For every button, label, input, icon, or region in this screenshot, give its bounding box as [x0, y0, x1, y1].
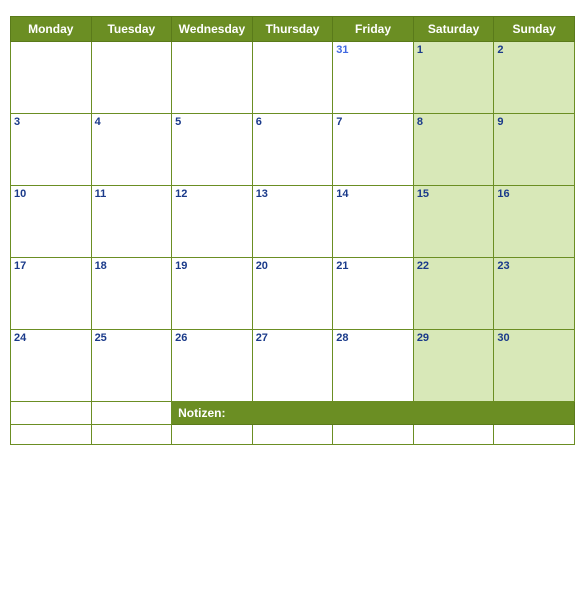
notes-row: Notizen: — [11, 402, 575, 425]
day-number: 10 — [14, 188, 88, 200]
day-cell: 25 — [91, 330, 172, 402]
day-number: 23 — [497, 260, 571, 272]
notes-extra-cell — [333, 425, 414, 445]
day-number: 28 — [336, 332, 410, 344]
day-number: 6 — [256, 116, 330, 128]
day-number: 30 — [497, 332, 571, 344]
day-number: 5 — [175, 116, 249, 128]
calendar-wrapper: MondayTuesdayWednesdayThursdayFridaySatu… — [10, 10, 575, 445]
week-row-3: 17 18 19 20 21 22 23 — [11, 258, 575, 330]
day-number: 27 — [256, 332, 330, 344]
day-number: 20 — [256, 260, 330, 272]
day-cell: 11 — [91, 186, 172, 258]
day-number: 3 — [14, 116, 88, 128]
day-cell: 16 — [494, 186, 575, 258]
day-cell: 27 — [252, 330, 333, 402]
day-cell: 21 — [333, 258, 414, 330]
day-number: 13 — [256, 188, 330, 200]
day-cell: 3 — [11, 114, 92, 186]
week-row-1: 3456789 — [11, 114, 575, 186]
day-cell: 9 — [494, 114, 575, 186]
notes-extra-cell — [252, 425, 333, 445]
notes-extra-cell — [91, 425, 172, 445]
day-cell: 18 — [91, 258, 172, 330]
day-number: 25 — [95, 332, 169, 344]
day-cell: 20 — [252, 258, 333, 330]
notes-empty-cell — [11, 402, 92, 425]
notes-extra-cell — [172, 425, 253, 445]
day-cell: 26 — [172, 330, 253, 402]
day-number: 11 — [95, 188, 169, 200]
day-number: 16 — [497, 188, 571, 200]
notes-label: Notizen: — [172, 402, 575, 425]
day-cell: 28 — [333, 330, 414, 402]
day-cell: 5 — [172, 114, 253, 186]
notes-extra-cell — [11, 425, 92, 445]
day-cell: 14 — [333, 186, 414, 258]
day-number: 26 — [175, 332, 249, 344]
day-number: 24 — [14, 332, 88, 344]
day-number: 15 — [417, 188, 491, 200]
day-number: 22 — [417, 260, 491, 272]
day-cell: 22 — [413, 258, 494, 330]
header-cell-thursday: Thursday — [252, 17, 333, 42]
notes-empty-cell — [91, 402, 172, 425]
day-cell: 13 — [252, 186, 333, 258]
day-cell: 31 — [333, 42, 414, 114]
day-cell: 10 — [11, 186, 92, 258]
day-number: 4 — [95, 116, 169, 128]
day-number: 29 — [417, 332, 491, 344]
header-cell-tuesday: Tuesday — [91, 17, 172, 42]
day-cell: 12 — [172, 186, 253, 258]
day-cell: 19 — [172, 258, 253, 330]
notes-extra-cell — [413, 425, 494, 445]
day-cell — [252, 42, 333, 114]
notes-extra-cell — [494, 425, 575, 445]
day-number: 2 — [497, 44, 571, 56]
day-cell: 1 — [413, 42, 494, 114]
day-number: 31 — [336, 44, 410, 56]
header-cell-sunday: Sunday — [494, 17, 575, 42]
header-row: MondayTuesdayWednesdayThursdayFridaySatu… — [11, 17, 575, 42]
day-cell: 15 — [413, 186, 494, 258]
day-cell: 29 — [413, 330, 494, 402]
day-number: 14 — [336, 188, 410, 200]
week-row-0: 31 12 — [11, 42, 575, 114]
day-cell: 24 — [11, 330, 92, 402]
day-cell: 2 — [494, 42, 575, 114]
calendar-table: MondayTuesdayWednesdayThursdayFridaySatu… — [10, 16, 575, 445]
day-cell — [11, 42, 92, 114]
day-cell: 7 — [333, 114, 414, 186]
day-cell: 6 — [252, 114, 333, 186]
day-cell — [172, 42, 253, 114]
day-number: 1 — [417, 44, 491, 56]
day-cell — [91, 42, 172, 114]
day-number: 7 — [336, 116, 410, 128]
week-row-2: 10 11 12 13 14 15 16 — [11, 186, 575, 258]
header-cell-friday: Friday — [333, 17, 414, 42]
day-number: 8 — [417, 116, 491, 128]
day-number: 19 — [175, 260, 249, 272]
day-cell: 8 — [413, 114, 494, 186]
day-number: 18 — [95, 260, 169, 272]
day-number: 12 — [175, 188, 249, 200]
day-number: 21 — [336, 260, 410, 272]
notes-extra-row — [11, 425, 575, 445]
day-number: 17 — [14, 260, 88, 272]
day-number: 9 — [497, 116, 571, 128]
day-cell: 17 — [11, 258, 92, 330]
header-cell-wednesday: Wednesday — [172, 17, 253, 42]
day-cell: 30 — [494, 330, 575, 402]
day-cell: 23 — [494, 258, 575, 330]
header-cell-monday: Monday — [11, 17, 92, 42]
header-cell-saturday: Saturday — [413, 17, 494, 42]
day-cell: 4 — [91, 114, 172, 186]
week-row-4: 24 25 26 27 28 29 30 — [11, 330, 575, 402]
